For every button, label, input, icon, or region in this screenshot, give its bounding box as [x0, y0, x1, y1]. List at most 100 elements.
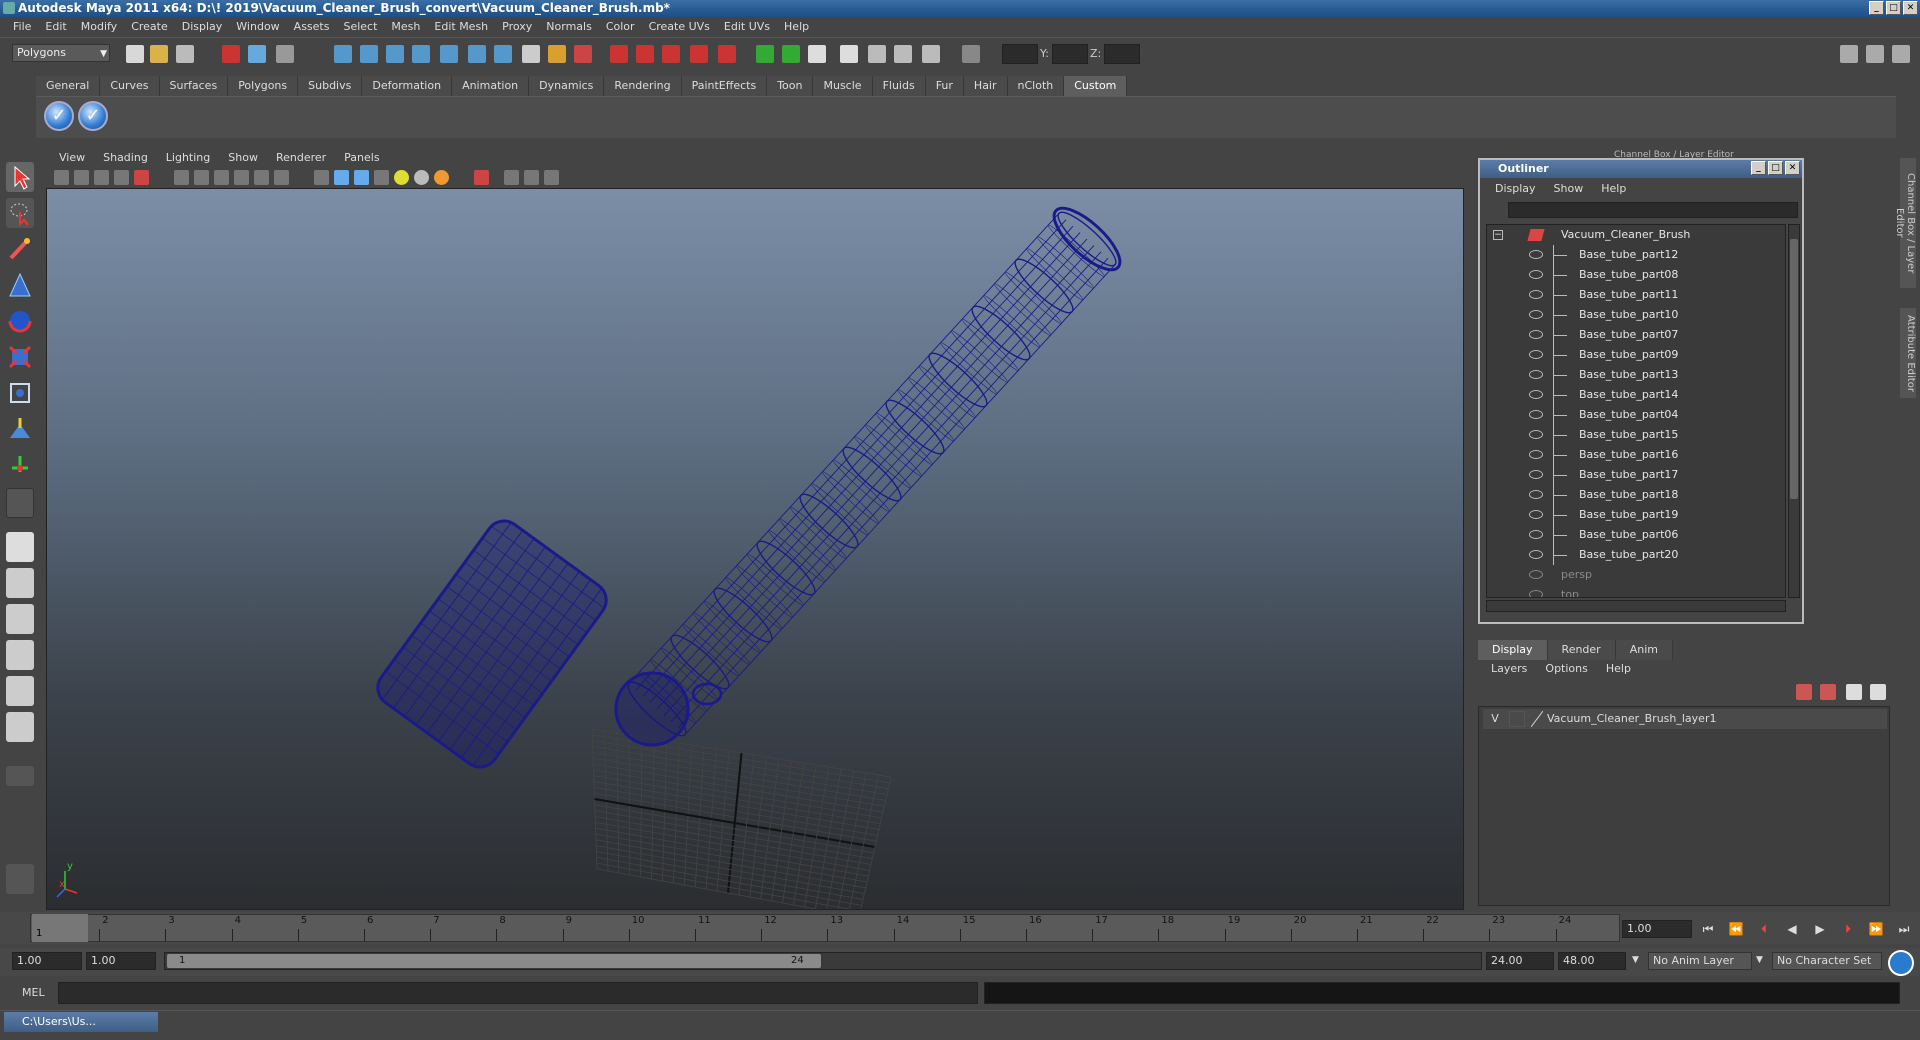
go-to-end-icon[interactable]: ⏭ [1894, 920, 1914, 938]
move-tool-icon[interactable] [6, 270, 34, 300]
menu-select[interactable]: Select [336, 17, 384, 37]
minimized-window[interactable]: C:\Users\Us... [4, 1012, 158, 1032]
shelf-tab-general[interactable]: General [36, 76, 101, 96]
move-layer-down-icon[interactable] [1870, 684, 1886, 700]
outliner-horizontal-scrollbar[interactable] [1486, 600, 1786, 612]
step-forward-frame-icon[interactable]: ⏩ [1866, 920, 1886, 938]
two-d-pan-zoom-icon[interactable] [134, 170, 149, 185]
paint-select-tool-icon[interactable] [6, 234, 34, 264]
x-field[interactable] [1002, 44, 1038, 64]
menu-window[interactable]: Window [229, 17, 286, 37]
outliner-item[interactable]: Base_tube_part18 [1487, 485, 1785, 505]
lock-icon[interactable] [548, 45, 566, 63]
menu-normals[interactable]: Normals [539, 17, 599, 37]
current-frame-marker[interactable]: 1 [32, 914, 88, 942]
outliner-close-button[interactable]: ✕ [1785, 161, 1800, 175]
minimize-button[interactable]: _ [1869, 1, 1884, 15]
resolution-gate-icon[interactable] [214, 170, 229, 185]
camera-attributes-icon[interactable] [74, 170, 89, 185]
shelf-tab-dynamics[interactable]: Dynamics [529, 76, 605, 96]
scale-tool-icon[interactable] [6, 342, 34, 372]
outliner-item[interactable]: Base_tube_part08 [1487, 265, 1785, 285]
layer-menu-help[interactable]: Help [1597, 660, 1640, 678]
layer-color-swatch[interactable] [1530, 710, 1544, 728]
safe-action-icon[interactable] [274, 170, 289, 185]
play-forwards-icon[interactable]: ▶ [1810, 920, 1830, 938]
toggle-channel-box-icon[interactable] [1892, 45, 1910, 63]
auto-key-icon[interactable] [1888, 950, 1914, 976]
shelf-tab-custom[interactable]: Custom [1064, 76, 1128, 96]
select-by-object-icon[interactable] [248, 45, 266, 63]
new-scene-icon[interactable] [126, 45, 144, 63]
snap-magnet-view-icon[interactable] [690, 45, 708, 63]
shadows-icon[interactable] [414, 170, 429, 185]
outliner-item[interactable]: Base_tube_part16 [1487, 445, 1785, 465]
new-layer-from-selected-icon[interactable] [1820, 684, 1836, 700]
more-layouts-icon[interactable] [6, 766, 34, 786]
playback-end-field[interactable]: 24.00 [1486, 952, 1554, 970]
attribute-editor-tab[interactable]: Attribute Editor [1900, 308, 1916, 398]
help-icon[interactable] [522, 45, 540, 63]
play-backwards-icon[interactable]: ◀ [1782, 920, 1802, 938]
shelf-tab-hair[interactable]: Hair [963, 76, 1008, 96]
shelf-tab-toon[interactable]: Toon [767, 76, 814, 96]
share-icon[interactable] [544, 170, 559, 185]
shelf-tab-fluids[interactable]: Fluids [872, 76, 926, 96]
collapse-icon[interactable]: − [1493, 230, 1503, 240]
outliner-item[interactable]: Base_tube_part15 [1487, 425, 1785, 445]
layer-display-type-toggle[interactable] [1509, 711, 1525, 727]
field-chart-icon[interactable] [254, 170, 269, 185]
y-field[interactable] [1052, 44, 1088, 64]
layer-visibility-toggle[interactable]: V [1487, 711, 1503, 727]
menu-edit[interactable]: Edit [38, 17, 73, 37]
menu-create[interactable]: Create [124, 17, 175, 37]
current-time-field[interactable]: 1.00 [1622, 920, 1692, 938]
toggle-tool-settings-icon[interactable] [1866, 45, 1884, 63]
outliner-item[interactable]: Base_tube_part19 [1487, 505, 1785, 525]
layer-menu-options[interactable]: Options [1536, 660, 1596, 678]
mel-label[interactable]: MEL [22, 986, 45, 999]
close-button[interactable]: ✕ [1903, 1, 1918, 15]
outliner-item[interactable]: Base_tube_part09 [1487, 345, 1785, 365]
wireframe-icon[interactable] [314, 170, 329, 185]
lasso-tool-icon[interactable] [6, 198, 34, 228]
outliner-item[interactable]: Base_tube_part12 [1487, 245, 1785, 265]
select-by-hierarchy-icon[interactable] [222, 45, 240, 63]
film-gate-icon[interactable] [194, 170, 209, 185]
snap-magnet-icon[interactable] [636, 45, 654, 63]
step-back-frame-icon[interactable]: ⏪ [1726, 920, 1746, 938]
layer-tab-anim[interactable]: Anim [1615, 640, 1673, 660]
viewport-menu-lighting[interactable]: Lighting [157, 151, 219, 164]
outliner-menu-show[interactable]: Show [1545, 180, 1593, 198]
viewport-menu-panels[interactable]: Panels [335, 151, 388, 164]
menu-proxy[interactable]: Proxy [495, 17, 539, 37]
character-set-selector[interactable]: No Character Set [1772, 952, 1882, 970]
time-ruler[interactable]: 123456789101112131415161718192021222324 [30, 914, 1620, 942]
rotate-tool-icon[interactable] [6, 306, 34, 336]
anim-layer-selector[interactable]: No Anim Layer [1648, 952, 1752, 970]
step-back-key-icon[interactable]: ⏴ [1754, 920, 1774, 938]
menu-create-uvs[interactable]: Create UVs [642, 17, 717, 37]
chevron-down-icon[interactable]: ▼ [1756, 955, 1763, 965]
playback-start-field[interactable]: 1.00 [86, 952, 156, 970]
render-view-icon[interactable] [808, 45, 826, 63]
maximize-button[interactable]: □ [1886, 1, 1901, 15]
viewport-menu-shading[interactable]: Shading [94, 151, 157, 164]
chevron-down-icon[interactable]: ▼ [1632, 955, 1639, 965]
snap-magnet-point-icon[interactable] [662, 45, 680, 63]
toggle-attribute-editor-icon[interactable] [1840, 45, 1858, 63]
outliner-filter-input[interactable] [1508, 202, 1798, 218]
layer-row[interactable]: V Vacuum_Cleaner_Brush_layer1 [1483, 709, 1887, 729]
last-tool-icon[interactable] [6, 488, 34, 518]
outliner-item[interactable]: Base_tube_part04 [1487, 405, 1785, 425]
snap-curve-icon[interactable] [360, 45, 378, 63]
transform-mode-icon[interactable] [962, 45, 980, 63]
textured-icon[interactable] [374, 170, 389, 185]
outliner-vertical-scrollbar[interactable] [1788, 224, 1800, 598]
outliner-maximize-button[interactable]: □ [1768, 161, 1783, 175]
outliner-root-item[interactable]: − Vacuum_Cleaner_Brush [1487, 225, 1785, 245]
menu-edit-mesh[interactable]: Edit Mesh [427, 17, 495, 37]
shelf-tab-animation[interactable]: Animation [452, 76, 530, 96]
viewport-menu-view[interactable]: View [50, 151, 94, 164]
range-bar[interactable]: 1 24 [164, 952, 1482, 970]
